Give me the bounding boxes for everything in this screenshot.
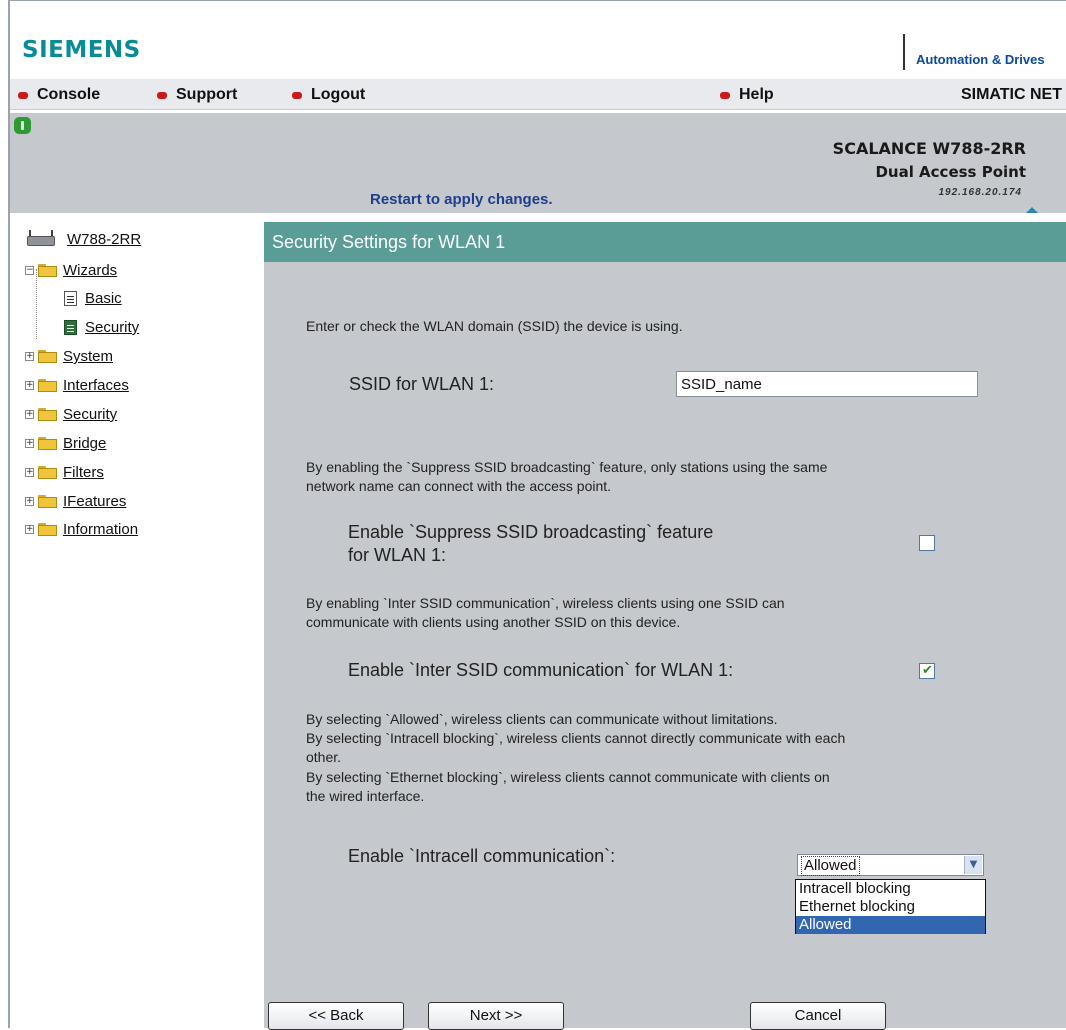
tree-item-interfaces-label[interactable]: Interfaces xyxy=(63,377,129,394)
tree-guide xyxy=(36,269,37,339)
ssid-label: SSID for WLAN 1: xyxy=(349,374,495,394)
folder-icon xyxy=(38,523,57,536)
tree-item-security-label[interactable]: Security xyxy=(63,406,117,423)
ssid-intro: Enter or check the WLAN domain (SSID) th… xyxy=(306,318,683,334)
tree-item-security-wizard[interactable]: Security xyxy=(64,319,139,336)
folder-icon xyxy=(38,495,57,508)
intracell-select-value: Allowed xyxy=(801,856,860,876)
device-model: SCALANCE W788-2RR xyxy=(832,139,1026,158)
restart-link[interactable]: Restart to apply changes. xyxy=(370,191,553,208)
document-icon xyxy=(64,291,77,306)
top-nav: Console Support Logout Help SIMATIC NET xyxy=(10,79,1066,110)
option-intracell-blocking[interactable]: Intracell blocking xyxy=(796,880,985,898)
router-icon xyxy=(25,230,57,248)
main-panel: Security Settings for WLAN 1 Enter or ch… xyxy=(264,222,1066,1030)
option-ethernet-blocking[interactable]: Ethernet blocking xyxy=(796,898,985,916)
suppress-label-line2: for WLAN 1: xyxy=(348,545,447,565)
folder-icon xyxy=(38,466,57,479)
chevron-down-icon[interactable]: ▼ xyxy=(964,856,982,874)
sidebar-tree: W788-2RR − Wizards Basic Security + Syst… xyxy=(10,213,262,1028)
tree-root[interactable]: W788-2RR xyxy=(25,230,141,248)
folder-icon xyxy=(38,379,57,392)
siemens-logo: SIEMENS xyxy=(22,37,141,63)
nav-support[interactable]: Support xyxy=(157,86,237,104)
tree-item-ifeatures-label[interactable]: IFeatures xyxy=(63,493,126,510)
suppress-desc-line2: network name can connect with the access… xyxy=(306,478,612,494)
tree-item-wizards[interactable]: − Wizards xyxy=(25,262,117,279)
intracell-desc-line3: other. xyxy=(306,749,342,765)
expand-icon[interactable]: + xyxy=(25,381,34,390)
document-active-icon xyxy=(64,320,77,335)
tree-item-basic[interactable]: Basic xyxy=(64,290,122,307)
expand-icon[interactable]: + xyxy=(25,352,34,361)
nav-help-label: Help xyxy=(739,86,774,103)
page-title: Security Settings for WLAN 1 xyxy=(264,222,1066,262)
intracell-desc-line4: By selecting `Ethernet blocking`, wirele… xyxy=(306,769,830,785)
tree-item-filters[interactable]: + Filters xyxy=(25,464,104,481)
tree-item-security[interactable]: + Security xyxy=(25,406,117,423)
tree-item-bridge-label[interactable]: Bridge xyxy=(63,435,106,452)
intracell-desc-line1: By selecting `Allowed`, wireless clients… xyxy=(306,711,778,727)
inter-desc-line1: By enabling `Inter SSID communication`, … xyxy=(306,595,785,611)
back-button[interactable]: << Back xyxy=(268,1002,404,1030)
tree-item-ifeatures[interactable]: + IFeatures xyxy=(25,493,126,510)
intracell-desc-line2: By selecting `Intracell blocking`, wirel… xyxy=(306,730,846,746)
tree-item-information[interactable]: + Information xyxy=(25,521,138,538)
tree-item-security-wizard-label[interactable]: Security xyxy=(85,319,139,336)
cancel-button[interactable]: Cancel xyxy=(750,1002,886,1030)
inter-ssid-label: Enable `Inter SSID communication` for WL… xyxy=(348,660,734,680)
suppress-ssid-checkbox[interactable] xyxy=(919,535,935,551)
caret-up-icon xyxy=(1026,207,1038,213)
expand-icon[interactable]: + xyxy=(25,410,34,419)
device-type: Dual Access Point xyxy=(875,163,1026,181)
bullet-icon xyxy=(18,91,28,99)
collapse-icon[interactable]: − xyxy=(25,266,34,275)
intracell-dropdown: Intracell blocking Ethernet blocking All… xyxy=(795,879,986,934)
nav-help[interactable]: Help xyxy=(720,86,774,104)
tree-item-bridge[interactable]: + Bridge xyxy=(25,435,106,452)
next-button[interactable]: Next >> xyxy=(428,1002,564,1030)
intracell-desc-line5: the wired interface. xyxy=(306,788,425,804)
inter-ssid-checkbox[interactable]: ✔ xyxy=(919,663,935,679)
expand-icon[interactable]: + xyxy=(25,497,34,506)
tree-item-system[interactable]: + System xyxy=(25,348,113,365)
bullet-icon xyxy=(157,91,167,99)
expand-icon[interactable]: + xyxy=(25,468,34,477)
nav-console-label: Console xyxy=(37,86,101,103)
tree-item-basic-label[interactable]: Basic xyxy=(85,290,122,307)
nav-logout-label: Logout xyxy=(311,86,366,103)
intracell-select[interactable]: Allowed ▼ xyxy=(797,854,984,876)
suppress-label-line1: Enable `Suppress SSID broadcasting` feat… xyxy=(348,522,714,542)
bullet-icon xyxy=(292,91,302,99)
nav-console[interactable]: Console xyxy=(18,86,100,104)
device-header: SCALANCE W788-2RR Dual Access Point 192.… xyxy=(10,113,1066,213)
option-allowed[interactable]: Allowed xyxy=(796,916,985,934)
folder-icon xyxy=(38,408,57,421)
folder-icon xyxy=(38,350,57,363)
nav-support-label: Support xyxy=(176,86,238,103)
product-line: SIMATIC NET xyxy=(960,86,1062,103)
inter-desc-line2: communicate with clients using another S… xyxy=(306,614,681,630)
expand-icon[interactable]: + xyxy=(25,525,34,534)
folder-icon xyxy=(38,437,57,450)
expand-icon[interactable]: + xyxy=(25,439,34,448)
device-ip: 192.168.20.174 xyxy=(938,187,1022,198)
tree-item-information-label[interactable]: Information xyxy=(63,521,138,538)
folder-open-icon xyxy=(38,264,57,277)
tree-item-system-label[interactable]: System xyxy=(63,348,113,365)
tree-item-filters-label[interactable]: Filters xyxy=(63,464,104,481)
tree-item-wizards-label[interactable]: Wizards xyxy=(63,262,117,279)
info-status-icon[interactable] xyxy=(14,117,31,134)
intracell-label: Enable `Intracell communication`: xyxy=(348,846,616,866)
brand-tagline: Automation & Drives xyxy=(916,52,1045,67)
checkmark-icon: ✔ xyxy=(922,663,933,678)
suppress-desc-line1: By enabling the `Suppress SSID broadcast… xyxy=(306,459,828,475)
bullet-icon xyxy=(720,91,730,99)
nav-logout[interactable]: Logout xyxy=(292,86,365,104)
brand-divider xyxy=(903,34,905,70)
tree-item-interfaces[interactable]: + Interfaces xyxy=(25,377,129,394)
tree-root-label[interactable]: W788-2RR xyxy=(67,231,141,248)
brand-bar: SIEMENS Automation & Drives xyxy=(10,1,1066,79)
ssid-input[interactable] xyxy=(676,371,978,397)
